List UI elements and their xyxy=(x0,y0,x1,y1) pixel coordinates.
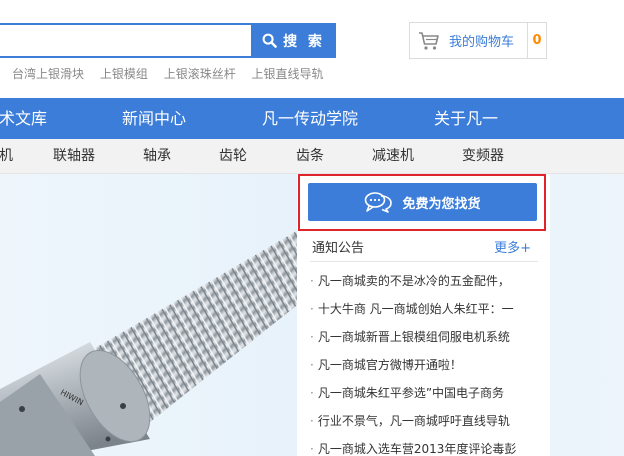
notice-item[interactable]: · 行业不景气，凡一商城呼吁直线导轨 xyxy=(310,412,536,440)
notice-header: 通知公告 更多+ xyxy=(310,237,538,262)
notice-item[interactable]: · 凡一商城朱红平参选”中国电子商务 xyxy=(310,384,536,412)
notice-item[interactable]: · 凡一商城新晋上银模组伺服电机系统 xyxy=(310,328,536,356)
bullet-icon: · xyxy=(310,414,314,428)
chat-bubble-icon xyxy=(365,192,393,213)
hot-keyword-link[interactable]: 上银滚珠丝杆 xyxy=(164,67,236,81)
category-item-inverter[interactable]: 变频器 xyxy=(462,139,504,174)
category-item-gear[interactable]: 齿轮 xyxy=(219,139,247,174)
hot-keywords: 台湾上银滑块 上银模组 上银滚珠丝杆 上银直线导轨 xyxy=(12,65,336,82)
category-item[interactable]: 机 xyxy=(0,139,13,174)
shopping-cart-icon xyxy=(418,31,440,51)
search-input[interactable] xyxy=(0,23,251,58)
nav-item-about[interactable]: 关于凡一 xyxy=(434,98,498,139)
category-item-coupling[interactable]: 联轴器 xyxy=(53,139,95,174)
find-goods-label: 免费为您找货 xyxy=(402,196,481,212)
category-nav: 机 联轴器 轴承 齿轮 齿条 减速机 变频器 xyxy=(0,139,624,174)
nav-item-news[interactable]: 新闻中心 xyxy=(122,98,186,139)
cart-count-badge: 0 xyxy=(527,23,546,58)
notice-more-link[interactable]: 更多+ xyxy=(494,237,531,256)
bullet-icon: · xyxy=(310,274,314,288)
hot-keyword-link[interactable]: 台湾上银滑块 xyxy=(12,67,84,81)
category-item-bearing[interactable]: 轴承 xyxy=(143,139,171,174)
bullet-icon: · xyxy=(310,386,314,400)
notice-title: 通知公告 xyxy=(312,241,365,256)
category-item-rack[interactable]: 齿条 xyxy=(296,139,324,174)
search-button-label: 搜 索 xyxy=(283,33,325,50)
notice-item[interactable]: · 凡一商城入选车营2013年度评论毒彭 xyxy=(310,440,536,456)
notice-list: · 凡一商城卖的不是冰冷的五金配件， · 十大牛商 凡一商城创始人朱红平：一 · 凡一… xyxy=(310,272,536,456)
find-goods-button[interactable]: 免费为您找货 xyxy=(308,183,537,221)
nav-item-library[interactable]: 术文库 xyxy=(0,98,47,139)
search-icon xyxy=(262,33,277,48)
main-nav: 术文库 新闻中心 凡一传动学院 关于凡一 xyxy=(0,98,624,139)
category-item-reducer[interactable]: 减速机 xyxy=(372,139,414,174)
cart-label: 我的购物车 xyxy=(449,35,515,50)
bullet-icon: · xyxy=(310,302,314,316)
search-button[interactable]: 搜 索 xyxy=(251,23,336,58)
notice-item[interactable]: · 十大牛商 凡一商城创始人朱红平：一 xyxy=(310,300,536,328)
notice-item[interactable]: · 凡一商城官方微博开通啦！ xyxy=(310,356,536,384)
hot-keyword-link[interactable]: 上银直线导轨 xyxy=(252,67,324,81)
bullet-icon: · xyxy=(310,330,314,344)
notice-item[interactable]: · 凡一商城卖的不是冰冷的五金配件， xyxy=(310,272,536,300)
cart-button[interactable]: 我的购物车 0 xyxy=(409,22,547,59)
bullet-icon: · xyxy=(310,358,314,372)
bullet-icon: · xyxy=(310,442,314,456)
nav-item-academy[interactable]: 凡一传动学院 xyxy=(262,98,358,139)
hot-keyword-link[interactable]: 上银模组 xyxy=(100,67,148,81)
